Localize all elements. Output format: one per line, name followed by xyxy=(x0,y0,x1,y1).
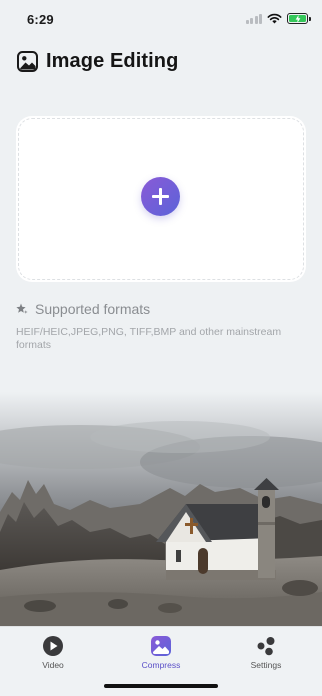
status-time: 6:29 xyxy=(27,12,54,27)
supported-formats-description: HEIF/HEIC,JPEG,PNG, TIFF,BMP and other m… xyxy=(16,326,282,351)
home-indicator[interactable] xyxy=(104,684,218,688)
cellular-signal-icon xyxy=(245,13,262,24)
tab-settings-label: Settings xyxy=(250,660,282,670)
upload-drop-area[interactable] xyxy=(16,116,306,282)
status-bar: 6:29 xyxy=(0,0,322,40)
add-image-button[interactable] xyxy=(141,177,180,216)
status-icons xyxy=(245,13,311,24)
tab-compress-label: Compress xyxy=(141,660,181,670)
play-circle-icon xyxy=(43,636,63,656)
sparkle-star-icon xyxy=(16,303,28,314)
header: Image Editing xyxy=(17,50,178,73)
supported-formats-title: Supported formats xyxy=(35,301,151,317)
photo-icon xyxy=(151,636,171,656)
supported-formats-heading: Supported formats xyxy=(16,301,150,317)
dots-cluster-icon xyxy=(257,637,275,656)
tab-settings[interactable]: Settings xyxy=(226,635,306,670)
tab-video-label: Video xyxy=(42,660,64,670)
page-title: Image Editing xyxy=(46,50,179,72)
image-icon xyxy=(17,51,38,72)
tab-video[interactable]: Video xyxy=(13,635,93,670)
battery-icon xyxy=(287,13,311,24)
tab-compress[interactable]: Compress xyxy=(121,635,201,670)
wifi-icon xyxy=(267,13,282,24)
sample-landscape-photo xyxy=(0,392,322,626)
